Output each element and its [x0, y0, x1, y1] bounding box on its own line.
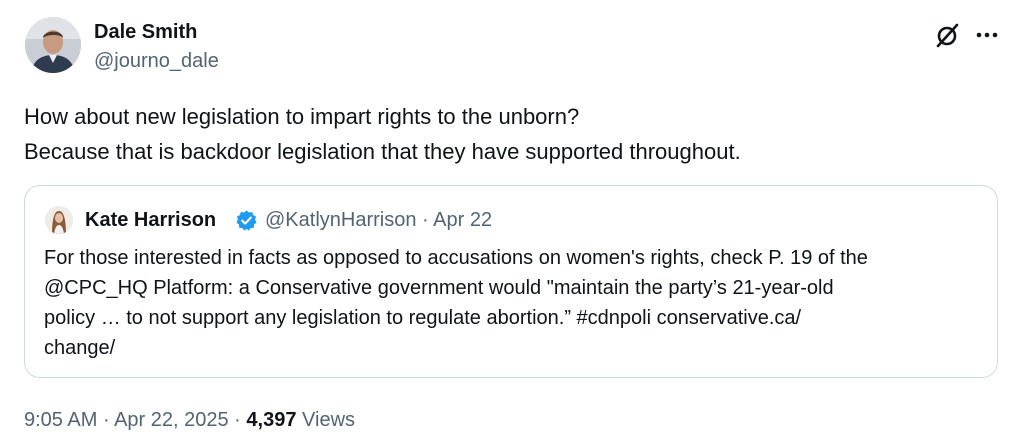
quoted-meta: @KatlynHarrison · Apr 22: [265, 209, 492, 232]
meta-separator: ·: [422, 209, 429, 231]
grok-icon[interactable]: [934, 21, 962, 49]
tweet-time[interactable]: 9:05 AM: [24, 409, 97, 431]
quoted-line: For those interested in facts as opposed…: [44, 247, 868, 269]
author-name[interactable]: Dale Smith: [94, 21, 197, 44]
views-count: 4,397: [246, 409, 297, 431]
tweet-footer: 9:05 AM · Apr 22, 2025 · 4,397 Views: [24, 409, 355, 432]
author-handle[interactable]: @journo_dale: [94, 50, 219, 73]
tweet-line: How about new legislation to impart righ…: [24, 104, 580, 129]
quoted-author-handle[interactable]: @KatlynHarrison: [265, 209, 416, 231]
quoted-text: For those interested in facts as opposed…: [44, 243, 984, 363]
quoted-line: policy … to not support any legislation …: [44, 307, 802, 329]
quoted-author-avatar[interactable]: [45, 206, 73, 234]
views-label: Views: [302, 409, 356, 431]
quoted-line: @CPC_HQ Platform: a Conservative governm…: [44, 277, 834, 299]
footer-separator: ·: [234, 409, 241, 431]
footer-separator: ·: [102, 409, 110, 431]
tweet-date[interactable]: Apr 22, 2025: [114, 409, 229, 431]
quoted-tweet[interactable]: Kate Harrison @KatlynHarrison · Apr 22 F…: [24, 185, 998, 378]
more-icon[interactable]: [972, 21, 1002, 49]
quoted-date[interactable]: Apr 22: [433, 209, 492, 231]
tweet-text: How about new legislation to impart righ…: [24, 99, 984, 169]
quoted-line: change/: [44, 337, 116, 359]
verified-badge-icon: [235, 209, 258, 232]
author-avatar[interactable]: [25, 17, 81, 73]
quoted-author-name[interactable]: Kate Harrison: [85, 209, 216, 232]
tweet-line: Because that is backdoor legislation tha…: [24, 139, 741, 164]
